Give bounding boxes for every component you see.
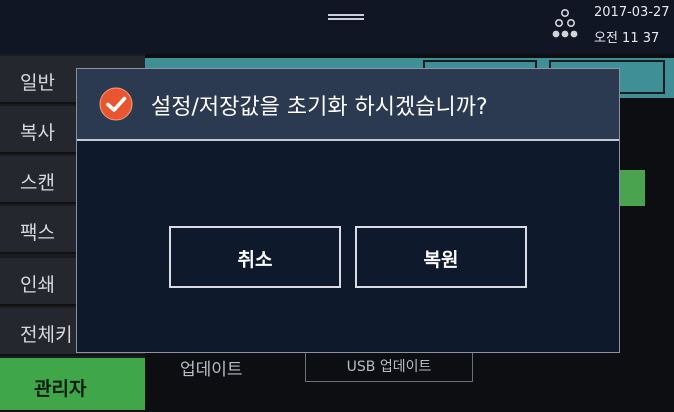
sidebar-item-label: 스캔 bbox=[20, 172, 55, 194]
status-bar: 2017-03-27 오전 11 37 bbox=[0, 0, 674, 55]
restore-button[interactable]: 복원 bbox=[355, 226, 527, 288]
cancel-button[interactable]: 취소 bbox=[169, 226, 341, 288]
sidebar-item-label: 인쇄 bbox=[20, 274, 55, 296]
dialog-header: 설정/저장값을 초기화 하시겠습니까? bbox=[77, 69, 619, 141]
dialog-title: 설정/저장값을 초기화 하시겠습니까? bbox=[151, 95, 488, 120]
sidebar-item-admin[interactable]: 관리자 bbox=[0, 358, 145, 412]
network-icon bbox=[552, 8, 578, 38]
sidebar-item-label: 전체키 bbox=[20, 324, 73, 346]
pull-down-handle[interactable] bbox=[328, 14, 364, 20]
status-time: 오전 11 37 bbox=[594, 31, 660, 46]
sidebar-item-label: 관리자 bbox=[34, 378, 87, 400]
check-circle-icon bbox=[99, 87, 133, 121]
sidebar-item-label: 복사 bbox=[20, 122, 55, 144]
sidebar-item-label: 일반 bbox=[20, 72, 55, 94]
status-date: 2017-03-27 bbox=[594, 5, 670, 20]
sidebar-item-label: 팩스 bbox=[20, 222, 55, 244]
update-label: 업데이트 bbox=[180, 360, 243, 380]
usb-update-button[interactable]: USB 업데이트 bbox=[305, 348, 473, 382]
reset-confirm-dialog: 설정/저장값을 초기화 하시겠습니까? 취소 복원 bbox=[76, 68, 620, 353]
